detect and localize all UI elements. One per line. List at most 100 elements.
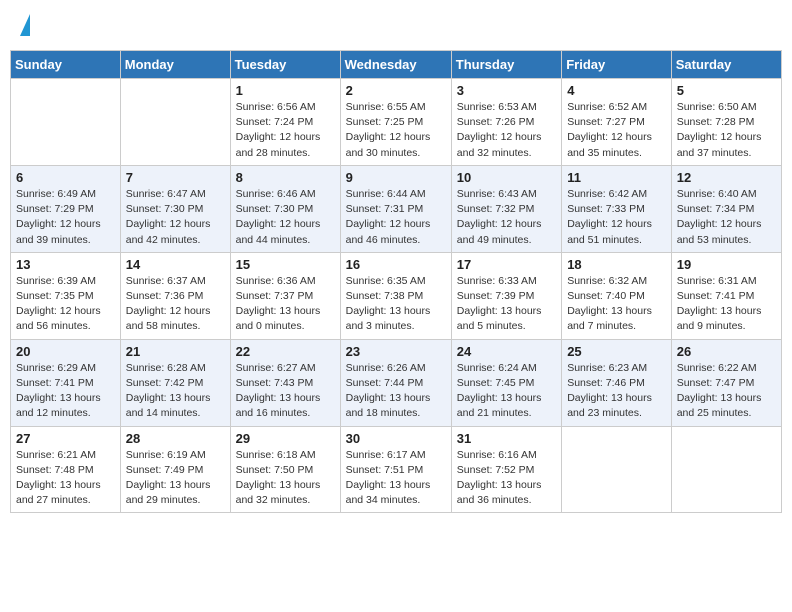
- calendar-cell: [120, 79, 230, 166]
- day-number: 18: [567, 257, 666, 272]
- day-number: 31: [457, 431, 556, 446]
- logo-triangle-icon: [20, 14, 30, 36]
- day-info: Sunrise: 6:31 AM Sunset: 7:41 PM Dayligh…: [677, 274, 776, 335]
- day-number: 12: [677, 170, 776, 185]
- calendar-cell: 10Sunrise: 6:43 AM Sunset: 7:32 PM Dayli…: [451, 165, 561, 252]
- day-number: 30: [346, 431, 446, 446]
- week-row-5: 27Sunrise: 6:21 AM Sunset: 7:48 PM Dayli…: [11, 426, 782, 513]
- calendar-cell: 14Sunrise: 6:37 AM Sunset: 7:36 PM Dayli…: [120, 252, 230, 339]
- day-info: Sunrise: 6:52 AM Sunset: 7:27 PM Dayligh…: [567, 100, 666, 161]
- day-number: 20: [16, 344, 115, 359]
- calendar-cell: 6 Sunrise: 6:49 AM Sunset: 7:29 PM Daylig…: [11, 165, 121, 252]
- day-info: Sunrise: 6:17 AM Sunset: 7:51 PM Dayligh…: [346, 448, 446, 509]
- day-number: 5: [677, 83, 776, 98]
- day-info: Sunrise: 6:18 AM Sunset: 7:50 PM Dayligh…: [236, 448, 335, 509]
- day-number: 21: [126, 344, 225, 359]
- day-number: 25: [567, 344, 666, 359]
- calendar-cell: [671, 426, 781, 513]
- day-number: 28: [126, 431, 225, 446]
- week-row-1: 1 Sunrise: 6:56 AM Sunset: 7:24 PM Daylig…: [11, 79, 782, 166]
- calendar-cell: 25 Sunrise: 6:23 AM Sunset: 7:46 PM Dayli…: [562, 339, 672, 426]
- day-info: Sunrise: 6:35 AM Sunset: 7:38 PM Dayligh…: [346, 274, 446, 335]
- day-number: 8: [236, 170, 335, 185]
- calendar-cell: 19 Sunrise: 6:31 AM Sunset: 7:41 PM Dayli…: [671, 252, 781, 339]
- calendar-cell: 2Sunrise: 6:55 AM Sunset: 7:25 PM Daylig…: [340, 79, 451, 166]
- col-header-thursday: Thursday: [451, 51, 561, 79]
- calendar-cell: 24 Sunrise: 6:24 AM Sunset: 7:45 PM Dayli…: [451, 339, 561, 426]
- calendar-cell: 30 Sunrise: 6:17 AM Sunset: 7:51 PM Dayli…: [340, 426, 451, 513]
- day-info: Sunrise: 6:27 AM Sunset: 7:43 PM Dayligh…: [236, 361, 335, 422]
- day-number: 9: [346, 170, 446, 185]
- day-info: Sunrise: 6:19 AM Sunset: 7:49 PM Dayligh…: [126, 448, 225, 509]
- header: [10, 10, 782, 42]
- day-info: Sunrise: 6:33 AM Sunset: 7:39 PM Dayligh…: [457, 274, 556, 335]
- day-number: 4: [567, 83, 666, 98]
- logo: [18, 14, 30, 38]
- day-number: 22: [236, 344, 335, 359]
- calendar-cell: 31 Sunrise: 6:16 AM Sunset: 7:52 PM Dayli…: [451, 426, 561, 513]
- calendar-cell: 1 Sunrise: 6:56 AM Sunset: 7:24 PM Daylig…: [230, 79, 340, 166]
- calendar-table: SundayMondayTuesdayWednesdayThursdayFrid…: [10, 50, 782, 513]
- calendar-cell: 11Sunrise: 6:42 AM Sunset: 7:33 PM Dayli…: [562, 165, 672, 252]
- day-info: Sunrise: 6:43 AM Sunset: 7:32 PM Dayligh…: [457, 187, 556, 248]
- day-info: Sunrise: 6:55 AM Sunset: 7:25 PM Dayligh…: [346, 100, 446, 161]
- calendar-cell: 8Sunrise: 6:46 AM Sunset: 7:30 PM Daylig…: [230, 165, 340, 252]
- calendar-cell: 3 Sunrise: 6:53 AM Sunset: 7:26 PM Daylig…: [451, 79, 561, 166]
- day-info: Sunrise: 6:44 AM Sunset: 7:31 PM Dayligh…: [346, 187, 446, 248]
- day-info: Sunrise: 6:56 AM Sunset: 7:24 PM Dayligh…: [236, 100, 335, 161]
- day-info: Sunrise: 6:49 AM Sunset: 7:29 PM Dayligh…: [16, 187, 115, 248]
- day-info: Sunrise: 6:50 AM Sunset: 7:28 PM Dayligh…: [677, 100, 776, 161]
- col-header-monday: Monday: [120, 51, 230, 79]
- calendar-cell: 29 Sunrise: 6:18 AM Sunset: 7:50 PM Dayli…: [230, 426, 340, 513]
- day-info: Sunrise: 6:36 AM Sunset: 7:37 PM Dayligh…: [236, 274, 335, 335]
- calendar-cell: 22 Sunrise: 6:27 AM Sunset: 7:43 PM Dayli…: [230, 339, 340, 426]
- day-info: Sunrise: 6:53 AM Sunset: 7:26 PM Dayligh…: [457, 100, 556, 161]
- calendar-cell: 7 Sunrise: 6:47 AM Sunset: 7:30 PM Daylig…: [120, 165, 230, 252]
- col-header-friday: Friday: [562, 51, 672, 79]
- day-number: 1: [236, 83, 335, 98]
- week-row-3: 13 Sunrise: 6:39 AM Sunset: 7:35 PM Dayli…: [11, 252, 782, 339]
- calendar-cell: 12 Sunrise: 6:40 AM Sunset: 7:34 PM Dayli…: [671, 165, 781, 252]
- day-info: Sunrise: 6:24 AM Sunset: 7:45 PM Dayligh…: [457, 361, 556, 422]
- day-number: 24: [457, 344, 556, 359]
- day-info: Sunrise: 6:42 AM Sunset: 7:33 PM Dayligh…: [567, 187, 666, 248]
- calendar-cell: 18Sunrise: 6:32 AM Sunset: 7:40 PM Dayli…: [562, 252, 672, 339]
- day-number: 7: [126, 170, 225, 185]
- week-row-2: 6 Sunrise: 6:49 AM Sunset: 7:29 PM Daylig…: [11, 165, 782, 252]
- day-number: 6: [16, 170, 115, 185]
- day-info: Sunrise: 6:16 AM Sunset: 7:52 PM Dayligh…: [457, 448, 556, 509]
- calendar-cell: 4 Sunrise: 6:52 AM Sunset: 7:27 PM Daylig…: [562, 79, 672, 166]
- day-info: Sunrise: 6:28 AM Sunset: 7:42 PM Dayligh…: [126, 361, 225, 422]
- day-info: Sunrise: 6:40 AM Sunset: 7:34 PM Dayligh…: [677, 187, 776, 248]
- calendar-cell: 23Sunrise: 6:26 AM Sunset: 7:44 PM Dayli…: [340, 339, 451, 426]
- day-info: Sunrise: 6:39 AM Sunset: 7:35 PM Dayligh…: [16, 274, 115, 335]
- calendar-cell: 21 Sunrise: 6:28 AM Sunset: 7:42 PM Dayli…: [120, 339, 230, 426]
- calendar-cell: 15 Sunrise: 6:36 AM Sunset: 7:37 PM Dayli…: [230, 252, 340, 339]
- calendar-cell: [11, 79, 121, 166]
- col-header-tuesday: Tuesday: [230, 51, 340, 79]
- day-info: Sunrise: 6:47 AM Sunset: 7:30 PM Dayligh…: [126, 187, 225, 248]
- calendar-cell: 28 Sunrise: 6:19 AM Sunset: 7:49 PM Dayli…: [120, 426, 230, 513]
- day-info: Sunrise: 6:37 AM Sunset: 7:36 PM Dayligh…: [126, 274, 225, 335]
- day-number: 27: [16, 431, 115, 446]
- day-info: Sunrise: 6:23 AM Sunset: 7:46 PM Dayligh…: [567, 361, 666, 422]
- calendar-cell: 20 Sunrise: 6:29 AM Sunset: 7:41 PM Dayli…: [11, 339, 121, 426]
- day-info: Sunrise: 6:22 AM Sunset: 7:47 PM Dayligh…: [677, 361, 776, 422]
- calendar-cell: [562, 426, 672, 513]
- day-number: 29: [236, 431, 335, 446]
- day-number: 19: [677, 257, 776, 272]
- col-header-saturday: Saturday: [671, 51, 781, 79]
- day-number: 13: [16, 257, 115, 272]
- calendar-cell: 5 Sunrise: 6:50 AM Sunset: 7:28 PM Daylig…: [671, 79, 781, 166]
- calendar-cell: 17Sunrise: 6:33 AM Sunset: 7:39 PM Dayli…: [451, 252, 561, 339]
- col-header-sunday: Sunday: [11, 51, 121, 79]
- day-number: 15: [236, 257, 335, 272]
- calendar-cell: 13 Sunrise: 6:39 AM Sunset: 7:35 PM Dayli…: [11, 252, 121, 339]
- day-info: Sunrise: 6:29 AM Sunset: 7:41 PM Dayligh…: [16, 361, 115, 422]
- day-number: 16: [346, 257, 446, 272]
- calendar-cell: 16 Sunrise: 6:35 AM Sunset: 7:38 PM Dayli…: [340, 252, 451, 339]
- day-number: 3: [457, 83, 556, 98]
- calendar-cell: 26 Sunrise: 6:22 AM Sunset: 7:47 PM Dayli…: [671, 339, 781, 426]
- day-number: 26: [677, 344, 776, 359]
- week-row-4: 20 Sunrise: 6:29 AM Sunset: 7:41 PM Dayli…: [11, 339, 782, 426]
